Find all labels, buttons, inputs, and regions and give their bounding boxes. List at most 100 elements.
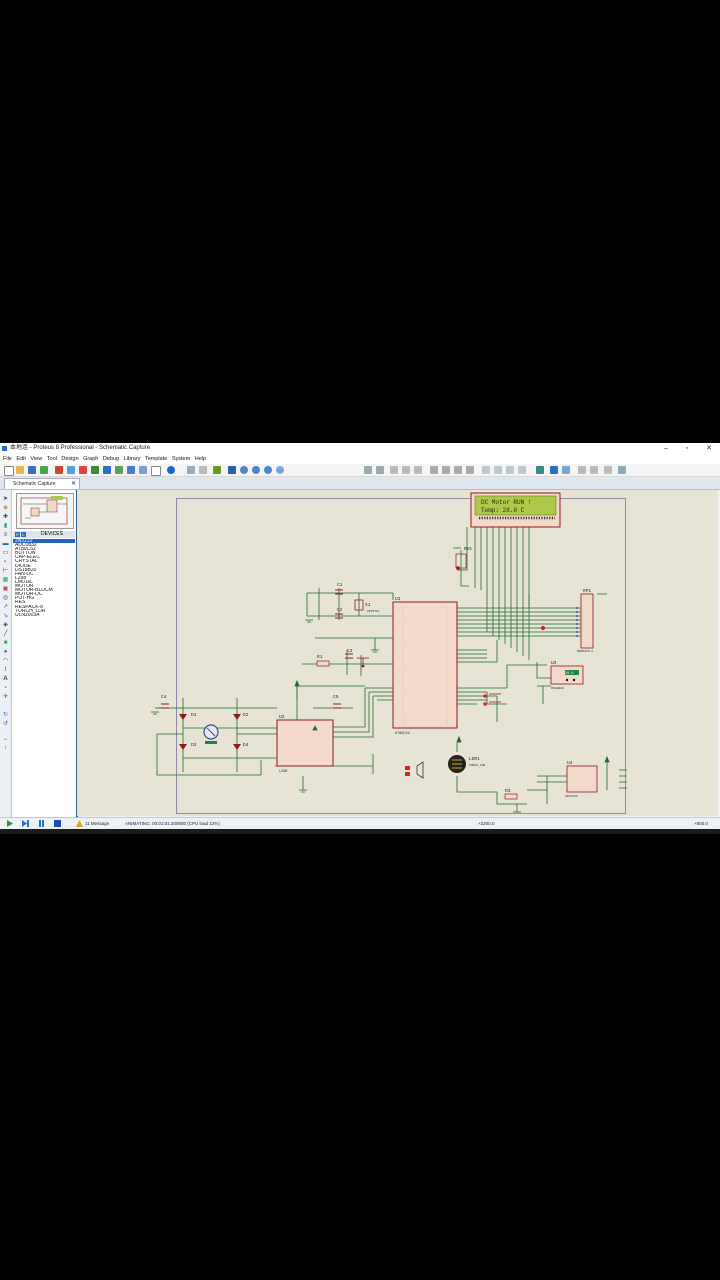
motor-driver-u2[interactable]: L298 U2 xyxy=(276,714,334,774)
block-rotate-icon[interactable] xyxy=(454,466,462,474)
selection-mode-icon[interactable]: ➤ xyxy=(2,496,9,502)
close-window-button[interactable]: ✕ xyxy=(699,443,719,454)
2d-text-icon[interactable]: A xyxy=(2,676,9,682)
fan-indicator[interactable] xyxy=(405,761,424,779)
new-file-icon[interactable] xyxy=(4,466,14,476)
undo-icon[interactable] xyxy=(364,466,372,474)
refresh-icon[interactable] xyxy=(187,466,195,474)
design-explorer-icon[interactable] xyxy=(127,466,135,474)
wire-autorouter-icon[interactable] xyxy=(536,466,544,474)
library-manager-button[interactable]: L xyxy=(21,532,26,537)
origin-icon[interactable] xyxy=(213,466,221,474)
generator-icon[interactable]: ◎ xyxy=(2,595,9,601)
dc-motor[interactable] xyxy=(203,724,219,744)
schematic-icon[interactable] xyxy=(67,466,75,474)
menu-tool[interactable]: Tool xyxy=(47,454,57,464)
wire-label-icon[interactable]: ▮ xyxy=(2,523,9,529)
play-icon[interactable] xyxy=(6,820,13,827)
step-icon[interactable] xyxy=(22,820,29,827)
menu-debug[interactable]: Debug xyxy=(103,454,119,464)
bom-report-icon[interactable] xyxy=(604,466,612,474)
potentiometer-rv1[interactable]: RV1 xyxy=(455,546,472,570)
netlist-icon[interactable] xyxy=(578,466,586,474)
property-icon[interactable] xyxy=(562,466,570,474)
grid-icon[interactable] xyxy=(199,466,207,474)
cut-icon[interactable] xyxy=(390,466,398,474)
help-icon[interactable] xyxy=(167,466,175,474)
light-sensor-ldr1[interactable]: LDR1 TORCH_LDR xyxy=(448,755,485,773)
stop-icon[interactable] xyxy=(54,820,61,827)
tab-schematic-capture[interactable]: Schematic Capture ✕ xyxy=(4,478,80,489)
device-pins-icon[interactable]: ⊢ xyxy=(2,568,9,574)
mirror-x-icon[interactable]: ↔ xyxy=(2,736,9,742)
2d-box-icon[interactable]: ■ xyxy=(2,640,9,646)
terminals-mode-icon[interactable]: ◐ xyxy=(2,559,9,565)
2d-arc-icon[interactable]: ◠ xyxy=(2,658,9,664)
search-icon[interactable] xyxy=(550,466,558,474)
save-icon[interactable] xyxy=(28,466,36,474)
menu-system[interactable]: System xyxy=(172,454,190,464)
notes-icon[interactable] xyxy=(151,466,161,476)
reset-button-switch[interactable] xyxy=(357,657,369,668)
decompose-icon[interactable] xyxy=(518,466,526,474)
pcb-icon[interactable] xyxy=(79,466,87,474)
block-copy-icon[interactable] xyxy=(430,466,438,474)
temperature-sensor-u3[interactable]: 28.0 U3 DS18B20 xyxy=(550,660,584,690)
2d-circle-icon[interactable]: ● xyxy=(2,649,9,655)
home-icon[interactable] xyxy=(55,466,63,474)
bom-icon[interactable] xyxy=(115,466,123,474)
messages-count[interactable]: 11 Message xyxy=(85,818,109,829)
2d-line-icon[interactable]: ╱ xyxy=(2,631,9,637)
zoom-out-icon[interactable] xyxy=(252,466,260,474)
2d-path-icon[interactable]: ⌇ xyxy=(2,667,9,673)
menu-design[interactable]: Design xyxy=(61,454,78,464)
text-script-icon[interactable]: ≡ xyxy=(2,532,9,538)
overview-preview[interactable] xyxy=(16,493,74,529)
pick-device-icon[interactable] xyxy=(482,466,490,474)
adc-u4[interactable]: U4 ADC0832 xyxy=(565,760,598,798)
erc-icon[interactable] xyxy=(590,466,598,474)
redo-icon[interactable] xyxy=(376,466,384,474)
menu-view[interactable]: View xyxy=(30,454,42,464)
open-folder-icon[interactable] xyxy=(16,466,24,474)
menu-file[interactable]: File xyxy=(3,454,12,464)
zoom-area-icon[interactable] xyxy=(276,466,284,474)
block-move-icon[interactable] xyxy=(442,466,450,474)
resistor-r1[interactable]: R1 xyxy=(316,654,330,667)
netlist-to-ares-icon[interactable] xyxy=(618,466,626,474)
import-icon[interactable] xyxy=(40,466,48,474)
make-device-icon[interactable] xyxy=(494,466,502,474)
voltage-probe-icon[interactable]: ↗ xyxy=(2,604,9,610)
pick-devices-button[interactable]: P xyxy=(15,532,20,537)
paste-icon[interactable] xyxy=(414,466,422,474)
component-mode-icon[interactable]: ◆ xyxy=(2,505,9,511)
2d-markers-icon[interactable]: ✛ xyxy=(2,694,9,700)
resistor-r3[interactable]: R3 xyxy=(504,788,518,800)
bus-icon[interactable]: ▬ xyxy=(2,541,9,547)
3d-view-icon[interactable] xyxy=(91,466,99,474)
packaging-icon[interactable] xyxy=(506,466,514,474)
block-delete-icon[interactable] xyxy=(466,466,474,474)
device-list-item[interactable]: ULN2003A xyxy=(13,613,75,617)
zoom-all-icon[interactable] xyxy=(264,466,272,474)
warning-icon[interactable] xyxy=(76,820,83,827)
minimize-button[interactable]: – xyxy=(656,443,676,454)
mirror-y-icon[interactable]: ↕ xyxy=(2,745,9,751)
menu-template[interactable]: Template xyxy=(145,454,167,464)
menu-edit[interactable]: Edit xyxy=(16,454,25,464)
tape-recorder-icon[interactable]: ▣ xyxy=(2,586,9,592)
junction-dot-icon[interactable]: ✚ xyxy=(2,514,9,520)
2d-symbol-icon[interactable]: ▪ xyxy=(2,685,9,691)
menu-graph[interactable]: Graph xyxy=(83,454,98,464)
sub-circuit-icon[interactable]: ▭ xyxy=(2,550,9,556)
restore-button[interactable]: ▫ xyxy=(677,443,697,454)
tab-close-icon[interactable]: ✕ xyxy=(71,479,76,490)
pause-icon[interactable] xyxy=(38,820,45,827)
source-code-icon[interactable] xyxy=(139,466,147,474)
copy-icon[interactable] xyxy=(402,466,410,474)
pan-icon[interactable] xyxy=(228,466,236,474)
rotate-anticlockwise-icon[interactable]: ↺ xyxy=(2,721,9,727)
current-probe-icon[interactable]: ↘ xyxy=(2,613,9,619)
resistor-pack-rp1[interactable]: RP1 RESPACK-8 xyxy=(540,588,594,653)
lcd-module[interactable]: DC Motor RUN ! Temp: 28.0 C xyxy=(470,492,561,528)
